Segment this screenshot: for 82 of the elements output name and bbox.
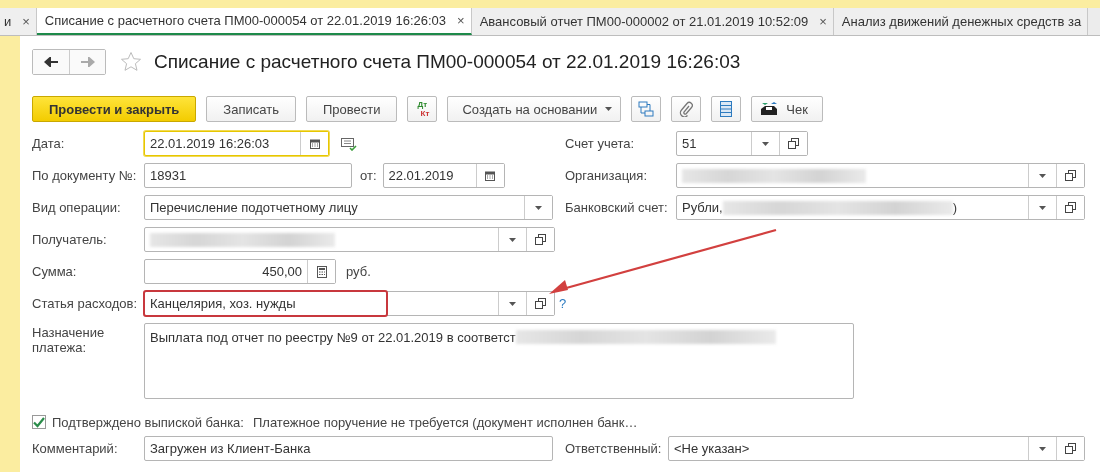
caret-icon: [762, 141, 769, 146]
create-based-on-button[interactable]: Создать на основании: [447, 96, 622, 122]
caret-icon: [605, 107, 613, 111]
caret-icon: [509, 237, 516, 242]
close-icon[interactable]: ×: [819, 14, 827, 29]
paperclip-icon: [679, 101, 694, 117]
star-icon[interactable]: [120, 51, 142, 73]
document-check-icon[interactable]: [341, 136, 357, 151]
structure-icon: [638, 101, 655, 117]
checkbox-label: Подтверждено выпиской банка:: [52, 414, 244, 430]
calendar-icon: [485, 170, 495, 181]
back-button[interactable]: [33, 50, 69, 74]
close-icon[interactable]: ×: [22, 14, 30, 29]
attach-button[interactable]: [671, 96, 702, 122]
open-form-icon: [1065, 443, 1076, 454]
field-label: Дата:: [32, 136, 66, 151]
open-button[interactable]: [1056, 437, 1084, 460]
field-label: По документу №:: [32, 168, 138, 183]
field-label: Счет учета:: [565, 136, 636, 151]
input-field[interactable]: 18931: [144, 163, 352, 188]
field-label: Вид операции:: [32, 200, 122, 215]
open-button[interactable]: [1056, 164, 1084, 187]
input-field[interactable]: 22.01.2019 16:26:03: [144, 131, 329, 156]
input-field[interactable]: 450,00: [144, 259, 336, 284]
input-field[interactable]: Рубли, ): [676, 195, 1085, 220]
field-label: Организация:: [565, 168, 649, 183]
field-label: Получатель:: [32, 232, 108, 247]
input-field[interactable]: [676, 163, 1085, 188]
input-field[interactable]: Загружен из Клиент-Банка: [144, 436, 553, 461]
open-form-icon: [1065, 170, 1076, 181]
status-note: Платежное поручение не требуется (документ исполнен банк…: [252, 414, 638, 430]
calendar-icon: [309, 138, 320, 149]
open-form-icon: [1065, 202, 1076, 213]
dropdown-button[interactable]: [524, 196, 552, 219]
toolbar-button[interactable]: Записать: [206, 96, 296, 122]
open-form-icon: [535, 234, 546, 245]
checkmark-icon: [33, 416, 45, 428]
receipt-button[interactable]: Чек: [751, 96, 823, 122]
structure-button[interactable]: [631, 96, 662, 122]
printer-icon: [760, 101, 779, 117]
open-button[interactable]: [1056, 196, 1084, 219]
input-field[interactable]: 22.01.2019: [382, 163, 505, 188]
open-form-icon: [788, 138, 799, 149]
input-field[interactable]: Канцелярия, хоз. нужды: [144, 291, 555, 316]
field-label: Ответственный:: [565, 441, 663, 456]
currency-label: руб.: [346, 264, 371, 279]
forward-arrow-icon: [80, 57, 95, 67]
field-label: Комментарий:: [32, 441, 119, 456]
back-arrow-icon: [44, 57, 58, 67]
caret-icon: [535, 205, 542, 210]
caret-icon: [509, 301, 516, 306]
caret-icon: [1039, 205, 1046, 210]
field-label: Назначение платежа:: [32, 324, 106, 355]
help-link[interactable]: ?: [559, 296, 567, 311]
calendar-button[interactable]: [475, 164, 504, 187]
input-field[interactable]: <Не указан>: [668, 436, 1085, 461]
open-button[interactable]: [779, 132, 807, 155]
text-area[interactable]: Выплата под отчет по реестру №9 от 22.01.2019 в соответст: [144, 323, 854, 399]
checkbox[interactable]: [32, 415, 46, 429]
close-icon[interactable]: ×: [457, 13, 465, 28]
open-form-icon: [535, 298, 546, 309]
dt-kt-button[interactable]: Дт Кт: [407, 96, 438, 122]
input-field[interactable]: Перечисление подотчетному лицу: [144, 195, 553, 220]
calculator-icon: [316, 265, 327, 278]
field-label: Сумма:: [32, 264, 78, 279]
list-icon: [720, 101, 733, 117]
post-and-close-button[interactable]: Провести и закрыть: [32, 96, 197, 122]
open-button[interactable]: [526, 292, 554, 315]
field-label: Статья расходов:: [32, 296, 138, 311]
input-field[interactable]: [144, 227, 555, 252]
open-button[interactable]: [526, 228, 554, 251]
field-label: от:: [360, 168, 377, 183]
input-field[interactable]: 51: [676, 131, 808, 156]
document-tab[interactable]: Списание с расчетного счета ПМ00-000054 от 22.01.2019 16:26:03 ×: [36, 8, 472, 35]
document-title: Списание с расчетного счета ПМ00-000054 от 22.01.2019 16:26:03: [154, 51, 741, 73]
caret-icon: [1039, 173, 1046, 178]
calculator-button[interactable]: [307, 260, 335, 283]
toolbar-button[interactable]: Провести: [305, 96, 398, 122]
list-button[interactable]: [711, 96, 742, 122]
field-label: Банковский счет:: [565, 200, 669, 215]
calendar-button[interactable]: [300, 132, 328, 155]
caret-icon: [1039, 446, 1046, 451]
